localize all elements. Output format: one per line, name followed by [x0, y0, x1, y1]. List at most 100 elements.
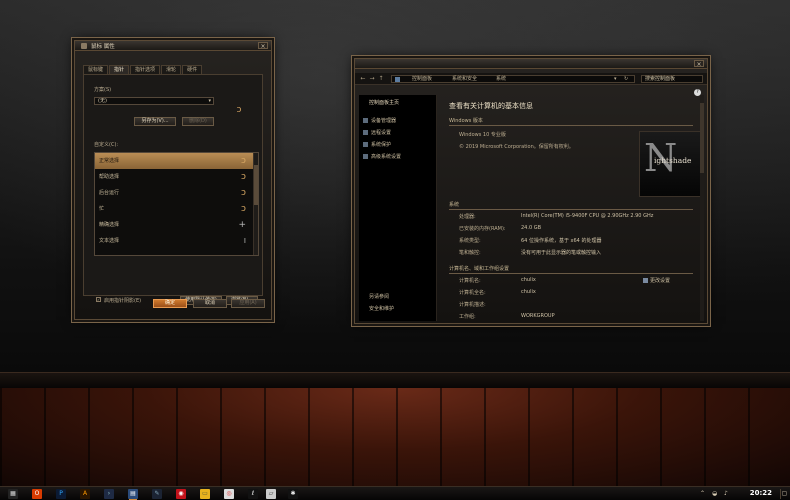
list-item[interactable]: 忙 ↄ — [95, 201, 258, 217]
change-settings-link[interactable]: 更改设置 — [643, 277, 670, 284]
sidebar-item-remote-settings[interactable]: 远程设置 — [363, 129, 391, 136]
apply-button[interactable]: 应用(A) — [231, 299, 265, 308]
processor-label: 处理器: — [459, 214, 476, 220]
desktop-floor — [0, 388, 790, 486]
illustrator-icon[interactable]: A — [80, 489, 90, 499]
pointer-list-scrollbar[interactable] — [253, 153, 258, 255]
back-icon[interactable]: ← — [359, 75, 367, 83]
sidebar-item-home[interactable]: 控制面板主页 — [369, 99, 399, 106]
volume-icon[interactable]: ♪ — [724, 490, 728, 497]
address-bar: ← → ↑ 控制面板 系统和安全 系统 ▾ ↻ 搜索控制面板 — [355, 73, 707, 85]
divider — [449, 125, 693, 126]
pen-icon[interactable]: ✎ — [152, 489, 162, 499]
settings-icon[interactable]: ✱ — [288, 489, 298, 499]
content-scrollbar[interactable] — [700, 95, 704, 321]
chevron-up-icon[interactable]: ⌃ — [700, 490, 705, 497]
chevron-down-icon[interactable]: ▾ — [614, 76, 617, 83]
pointer-name: 忙 — [99, 206, 105, 212]
close-button[interactable]: × — [258, 42, 268, 50]
office-icon[interactable]: O — [32, 489, 42, 499]
copyright-text: © 2019 Microsoft Corporation。保留所有权利。 — [459, 144, 574, 150]
chrome-icon[interactable]: ◎ — [224, 489, 234, 499]
tab-strip: 鼠标键 指针 指针选项 滑轮 硬件 — [83, 65, 203, 74]
start-icon[interactable]: ▦ — [8, 489, 18, 499]
crosshair-icon: + — [238, 220, 246, 230]
tab-hardware[interactable]: 硬件 — [182, 65, 203, 74]
taskbar: ▦ O P A › ▤ ✎ ◉ ▭ ◎ ℓ ▱ ✱ ⌃ ◒ ♪ 20:22 ▢ — [0, 486, 790, 500]
see-also-label: 另请参阅 — [369, 294, 390, 300]
sidebar-item-label: 设备管理器 — [371, 118, 397, 124]
text-app-icon[interactable]: ℓ — [248, 489, 258, 499]
tab-pointers[interactable]: 指针 — [109, 65, 130, 74]
list-item[interactable]: 后台运行 ↄ — [95, 185, 258, 201]
desktop-ledge — [0, 372, 790, 388]
tab-pointer-options[interactable]: 指针选项 — [130, 65, 161, 74]
breadcrumb-control-panel[interactable]: 控制面板 — [412, 76, 432, 83]
computer-name-label: 计算机名: — [459, 278, 481, 284]
cancel-button[interactable]: 取消 — [193, 299, 227, 308]
processor-value: Intel(R) Core(TM) i5-9400F CPU @ 2.90GHz… — [521, 213, 654, 219]
system-content: 查看有关计算机的基本信息 Windows 版本 Windows 10 专业版 ©… — [443, 95, 705, 321]
scrollbar-thumb[interactable] — [254, 165, 258, 205]
scrollbar-thumb[interactable] — [700, 103, 704, 173]
mouse-icon — [81, 43, 87, 49]
ram-label: 已安装的内存(RAM): — [459, 226, 506, 232]
system-window-titlebar[interactable]: × — [355, 59, 707, 69]
clock[interactable]: 20:22 — [750, 489, 772, 497]
pen-touch-value: 没有可用于此显示器的笔或触控输入 — [521, 250, 602, 256]
sidebar-item-security-maintenance[interactable]: 安全和维护 — [369, 305, 394, 312]
ok-button[interactable]: 确定 — [153, 299, 187, 308]
drive-icon[interactable]: ▱ — [266, 489, 276, 499]
photoshop-icon[interactable]: P — [56, 489, 66, 499]
edition-section-title: Windows 版本 — [449, 118, 483, 124]
forward-icon[interactable]: → — [368, 75, 376, 83]
notification-icon[interactable]: ▢ — [780, 489, 788, 499]
divider — [449, 273, 693, 274]
sidebar-item-system-protection[interactable]: 系统保护 — [363, 141, 391, 148]
shield-icon — [363, 142, 368, 147]
system-type-value: 64 位操作系统，基于 x64 的处理器 — [521, 238, 602, 244]
save-as-button[interactable]: 另存为(V)... — [134, 117, 176, 126]
up-icon[interactable]: ↑ — [377, 75, 385, 83]
scheme-value: (无) — [98, 98, 107, 104]
edition-value: Windows 10 专业版 — [459, 132, 506, 138]
shield-icon — [643, 278, 648, 283]
terminal-icon[interactable]: › — [104, 489, 114, 499]
sidebar-item-advanced[interactable]: 高级系统设置 — [363, 153, 401, 160]
folder-icon[interactable]: ▭ — [200, 489, 210, 499]
system-section-title: 系统 — [449, 202, 460, 208]
normal-pointer-icon: ↄ — [241, 156, 246, 166]
shadow-checkbox[interactable]: ✓ — [96, 297, 101, 302]
scheme-select[interactable]: (无) ▾ — [94, 97, 214, 105]
search-input[interactable]: 搜索控制面板 — [641, 75, 703, 83]
clipboard-icon[interactable]: ▤ — [128, 489, 138, 499]
oem-logo: N ightshade — [639, 131, 701, 197]
list-item[interactable]: 文本选择 I — [95, 233, 258, 249]
shield-icon — [363, 154, 368, 159]
netease-music-icon[interactable]: ◉ — [176, 489, 186, 499]
description-label: 计算机描述: — [459, 302, 486, 308]
sidebar-item-device-manager[interactable]: 设备管理器 — [363, 117, 396, 124]
sidebar-item-label: 高级系统设置 — [371, 154, 402, 160]
scheme-label: 方案(S) — [94, 87, 112, 93]
tab-buttons[interactable]: 鼠标键 — [83, 65, 109, 74]
tab-wheel[interactable]: 滑轮 — [161, 65, 182, 74]
window-title: 鼠标 属性 — [91, 44, 115, 50]
cursor-preview-icon: ↄ — [236, 105, 242, 115]
chevron-down-icon: ▾ — [208, 98, 211, 104]
mouse-properties-window: 鼠标 属性 × 鼠标键 指针 指针选项 滑轮 硬件 方案(S) (无) ▾ 另存… — [74, 40, 272, 320]
logo-text: ightshade — [654, 156, 692, 165]
delete-button[interactable]: 删除(D) — [182, 117, 214, 126]
list-item[interactable]: 帮助选择 ↄ — [95, 169, 258, 185]
breadcrumb-system-security[interactable]: 系统和安全 — [452, 76, 477, 83]
mouse-window-titlebar[interactable]: 鼠标 属性 × — [75, 41, 271, 51]
close-button[interactable]: × — [694, 60, 704, 68]
breadcrumb[interactable]: 控制面板 系统和安全 系统 ▾ ↻ — [391, 75, 635, 83]
list-item[interactable]: 精确选择 + — [95, 217, 258, 233]
list-item[interactable]: 正常选择 ↄ — [95, 153, 258, 169]
refresh-icon[interactable]: ↻ — [624, 76, 628, 83]
pointer-list[interactable]: 正常选择 ↄ 帮助选择 ↄ 后台运行 ↄ 忙 ↄ 精确选择 + 文本选择 I — [94, 152, 259, 256]
working-pointer-icon: ↄ — [241, 188, 246, 198]
breadcrumb-system[interactable]: 系统 — [496, 76, 506, 83]
network-icon[interactable]: ◒ — [712, 490, 717, 497]
